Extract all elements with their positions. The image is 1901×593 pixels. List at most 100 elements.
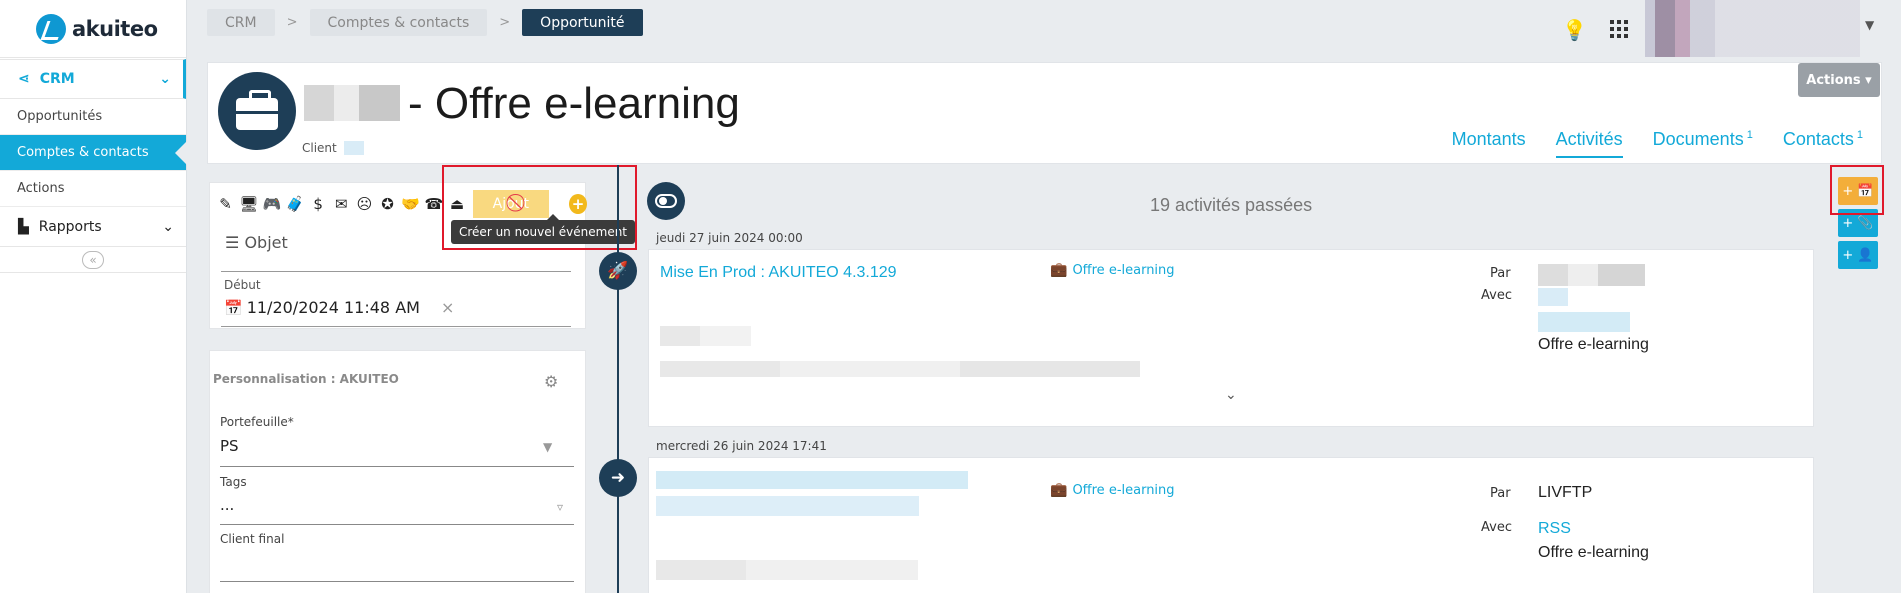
toggle-icon[interactable]: [647, 182, 685, 220]
blurred-avec-value[interactable]: [1538, 288, 1568, 306]
avec-label: Avec: [1481, 520, 1512, 535]
avec-extra: Offre e-learning: [1538, 544, 1649, 561]
highlight-box: [1830, 165, 1884, 215]
par-value: LIVFTP: [1538, 484, 1593, 501]
share-icon: ⋖: [18, 71, 30, 87]
actions-button[interactable]: Actions ▾: [1798, 63, 1880, 97]
avec-extra: Offre e-learning: [1538, 336, 1649, 353]
debut-underline: [221, 326, 571, 327]
breadcrumb-opportunite[interactable]: Opportunité: [522, 9, 643, 36]
portefeuille-underline: [220, 466, 574, 467]
opportunity-header: - Offre e-learning Client Actions ▾ Mont…: [207, 62, 1882, 164]
add-contact-button[interactable]: + 👤: [1838, 241, 1878, 269]
activity-title[interactable]: Mise En Prod : AKUITEO 4.3.129: [660, 264, 897, 282]
par-label: Par: [1490, 486, 1511, 501]
tabs: Montants Activités Documents 1 Contacts 1: [1452, 129, 1863, 158]
chevron-down-icon: ⌄: [159, 71, 171, 87]
sidebar-item-label: Rapports: [38, 218, 102, 235]
sidebar-item-label: CRM: [39, 71, 75, 87]
blurred-activity-title-2[interactable]: [656, 496, 919, 516]
breadcrumb: CRM > Comptes & contacts > Opportunité: [207, 9, 643, 36]
frown-icon[interactable]: ☹: [353, 191, 376, 217]
envelope-icon[interactable]: ✉: [330, 191, 353, 217]
objet-underline: [221, 271, 571, 272]
tab-montants[interactable]: Montants: [1452, 129, 1526, 158]
lightbulb-icon[interactable]: 💡: [1562, 18, 1587, 42]
blurred-activity-title[interactable]: [656, 471, 968, 489]
calendar-clock-icon: 📅: [224, 299, 243, 317]
avec-value-link[interactable]: RSS: [1538, 520, 1571, 538]
past-activities-count[interactable]: 19 activités passées: [1150, 195, 1312, 216]
portefeuille-select[interactable]: PS: [220, 437, 239, 455]
caret-down-icon[interactable]: ▼: [543, 440, 552, 454]
opportunity-link[interactable]: 💼 Offre e-learning: [1050, 262, 1175, 278]
sidebar-item-opportunites[interactable]: Opportunités: [0, 99, 186, 135]
collapse-row: «: [0, 247, 186, 273]
sidebar-item-comptes-contacts[interactable]: Comptes & contacts: [0, 135, 187, 171]
avec-label: Avec: [1481, 288, 1512, 303]
blurred-par-value: [1538, 264, 1645, 286]
tags-underline: [220, 524, 574, 525]
chevron-down-icon[interactable]: ⌄: [1225, 387, 1237, 403]
breadcrumb-separator: >: [286, 15, 298, 30]
user-avatar-blurred[interactable]: [1645, 0, 1860, 57]
activity-date: mercredi 26 juin 2024 17:41: [656, 439, 827, 453]
collapse-sidebar-icon[interactable]: «: [82, 250, 104, 269]
rocket-icon: 🚀: [599, 252, 637, 290]
personnalisation-title: Personnalisation : AKUITEO: [213, 372, 399, 386]
tooltip: Créer un nouvel événement: [451, 214, 636, 244]
tags-select[interactable]: ...: [220, 496, 234, 514]
tab-contacts[interactable]: Contacts 1: [1783, 129, 1863, 158]
tab-documents[interactable]: Documents 1: [1653, 129, 1753, 158]
caret-down-icon[interactable]: ▼: [1865, 18, 1874, 32]
dollar-icon[interactable]: $: [307, 191, 330, 217]
briefcase-icon: [218, 72, 296, 150]
blurred-avec-value-2[interactable]: [1538, 312, 1630, 332]
debut-input[interactable]: 📅 11/20/2024 11:48 AM: [224, 298, 420, 317]
debut-label: Début: [224, 278, 261, 292]
tab-badge: 1: [1746, 129, 1753, 141]
breadcrumb-crm[interactable]: CRM: [207, 9, 275, 36]
sidebar: akuiteo ⋖ CRM ⌄ Opportunités Comptes & c…: [0, 0, 187, 593]
opportunity-link[interactable]: 💼 Offre e-learning: [1050, 482, 1175, 498]
personnalisation-card: [209, 350, 586, 593]
tags-label: Tags: [220, 475, 247, 489]
caret-down-outline-icon[interactable]: ▿: [557, 500, 563, 514]
page-title: - Offre e-learning: [408, 79, 740, 128]
breadcrumb-comptes-contacts[interactable]: Comptes & contacts: [309, 9, 488, 36]
gears-icon[interactable]: ⚙: [544, 372, 558, 391]
blurred-description-2: [660, 361, 1140, 377]
portefeuille-label: Portefeuille*: [220, 415, 294, 429]
sidebar-item-crm[interactable]: ⋖ CRM ⌄: [0, 59, 186, 99]
objet-field[interactable]: ☰ Objet: [225, 233, 288, 252]
award-icon[interactable]: ✪: [376, 191, 399, 217]
blurred-client-value[interactable]: [344, 141, 364, 155]
brand-name: akuiteo: [72, 16, 158, 41]
bar-chart-icon: ▙: [18, 218, 29, 235]
timeline-line: [617, 165, 619, 593]
blurred-description: [656, 560, 918, 580]
edit-icon[interactable]: ✎: [214, 191, 237, 217]
briefcase-icon: 💼: [1050, 262, 1068, 278]
client-final-underline: [220, 581, 574, 582]
handshake-icon[interactable]: 🤝: [399, 191, 422, 217]
chevron-down-icon: ⌄: [162, 218, 174, 235]
gamepad-icon[interactable]: 🎮: [260, 191, 283, 217]
par-label: Par: [1490, 266, 1511, 281]
activity-date: jeudi 27 juin 2024 00:00: [656, 231, 803, 245]
tab-activites[interactable]: Activités: [1555, 129, 1623, 158]
breadcrumb-separator: >: [499, 15, 511, 30]
blurred-description: [660, 326, 751, 346]
blurred-title-prefix: [304, 85, 400, 121]
sidebar-item-rapports[interactable]: ▙ Rapports ⌄: [0, 207, 186, 247]
clear-date-icon[interactable]: ×: [441, 298, 454, 317]
apps-grid-icon[interactable]: [1610, 20, 1628, 38]
suitcase-icon[interactable]: 🧳: [283, 191, 306, 217]
sidebar-item-actions[interactable]: Actions: [0, 171, 186, 207]
monitor-icon[interactable]: 🖥: [237, 191, 260, 217]
client-final-label: Client final: [220, 532, 285, 546]
briefcase-icon: 💼: [1050, 482, 1068, 498]
menu-icon: ☰: [225, 233, 240, 252]
logo[interactable]: akuiteo: [0, 0, 186, 58]
client-label: Client: [302, 141, 337, 155]
